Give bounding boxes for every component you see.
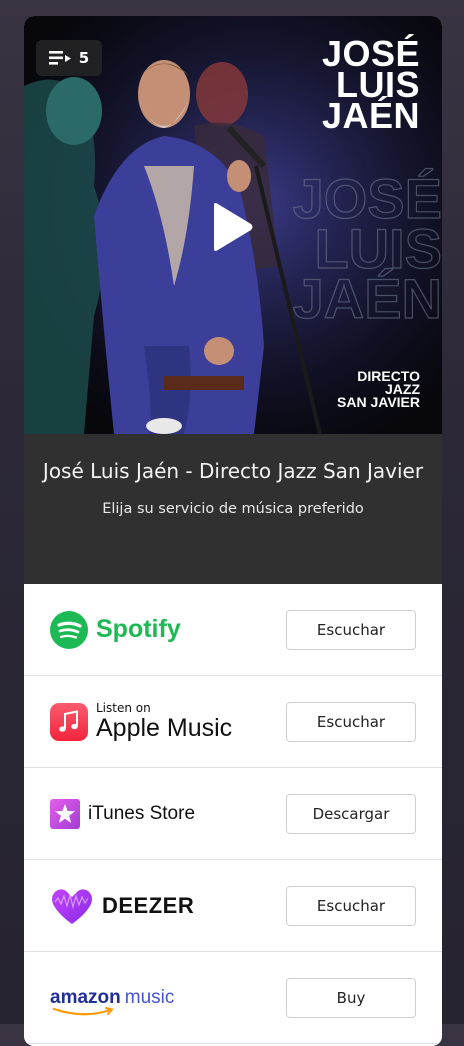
service-row-apple-music: Listen on Apple Music Escuchar [24,676,442,768]
service-row-amazon-music: amazon music Buy [24,952,442,1044]
deezer-wordmark: DEEZER [102,892,195,918]
apple-music-listen-button[interactable]: Escuchar [286,701,416,742]
itunes-wordmark: iTunes Store [88,802,196,824]
apple-music-wordmark: Listen on Apple Music [96,702,233,742]
spotify-icon [50,610,88,649]
itunes-logo: iTunes Store [50,798,196,829]
release-subtitle: Elija su servicio de música preferido [102,501,364,517]
amazon-wordmark: amazon [50,986,121,1008]
ghost-line-3: JAÉN [293,267,442,330]
itunes-download-button[interactable]: Descargar [286,793,416,834]
release-title: José Luis Jaén - Directo Jazz San Javier [42,459,424,483]
music-link-card: 5 JOSÉ LUIS JAÉN JOSÉ LUIS JAÉN DIRECTO … [24,16,442,1046]
deezer-heart-icon [52,888,92,924]
amazon-buy-button[interactable]: Buy [286,977,416,1018]
service-row-spotify: Spotify Escuchar [24,584,442,676]
amazon-music-logo: amazon music [50,986,175,1015]
cover-sub-line-3: SAN JAVIER [337,394,420,410]
apple-music-icon [50,702,88,741]
service-row-deezer: DEEZER Escuchar [24,860,442,952]
deezer-logo: DEEZER [50,886,194,926]
spotify-logo: Spotify [50,610,181,649]
cover-artist-title: JOSÉ LUIS JAÉN [321,36,420,136]
release-info: José Luis Jaén - Directo Jazz San Javier… [24,434,442,584]
amazon-smile-icon [52,1006,114,1015]
apple-music-logo: Listen on Apple Music [50,702,232,741]
service-row-itunes: iTunes Store Descargar [24,768,442,860]
amazon-music-wordmark: music [124,986,175,1008]
cover-subtitle: DIRECTO JAZZ SAN JAVIER [337,369,420,410]
apple-music-name: Apple Music [96,714,233,742]
itunes-star-icon [50,798,80,829]
play-icon[interactable] [210,202,254,252]
deezer-listen-button[interactable]: Escuchar [286,885,416,926]
spotify-wordmark: Spotify [96,615,181,643]
album-cover[interactable]: 5 JOSÉ LUIS JAÉN JOSÉ LUIS JAÉN DIRECTO … [24,16,442,434]
cover-title-line-3: JAÉN [321,95,420,136]
spotify-listen-button[interactable]: Escuchar [286,609,416,650]
